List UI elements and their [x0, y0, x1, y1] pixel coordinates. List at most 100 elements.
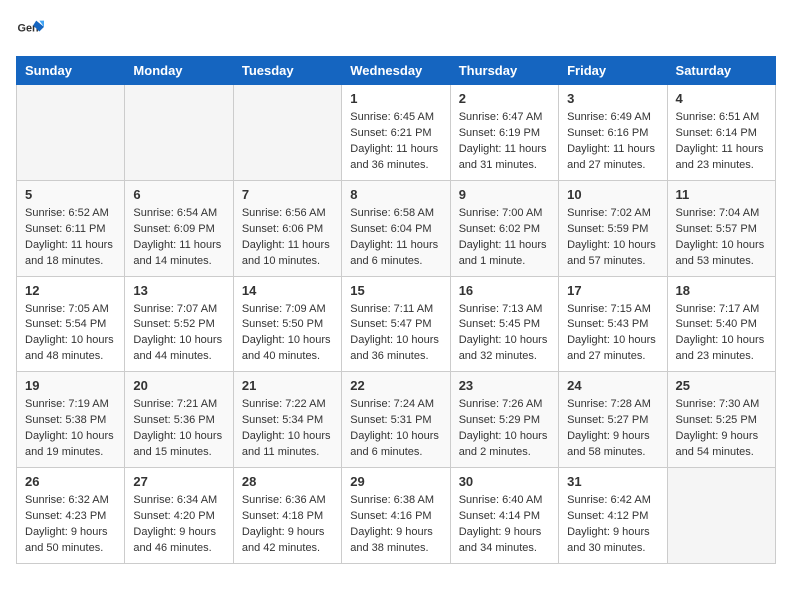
day-info: Sunrise: 7:09 AM Sunset: 5:50 PM Dayligh…: [242, 302, 333, 366]
calendar-week-row: 19 Sunrise: 7:19 AM Sunset: 5:38 PM Dayli…: [17, 372, 776, 468]
day-info: Sunrise: 7:11 AM Sunset: 5:47 PM Dayligh…: [350, 302, 441, 366]
calendar-cell: 7 Sunrise: 6:56 AM Sunset: 6:06 PM Daylig…: [233, 180, 341, 276]
calendar-cell: 26 Sunrise: 6:32 AM Sunset: 4:23 PM Dayli…: [17, 468, 125, 564]
column-header-friday: Friday: [559, 57, 667, 85]
calendar-cell: 23Sunrise: 7:26 AM Sunset: 5:29 PM Dayli…: [450, 372, 558, 468]
day-info: Sunrise: 6:49 AM Sunset: 6:16 PM Dayligh…: [567, 110, 658, 174]
day-info: Sunrise: 7:28 AM Sunset: 5:27 PM Dayligh…: [567, 397, 658, 461]
day-info: Sunrise: 7:21 AM Sunset: 5:36 PM Dayligh…: [133, 397, 224, 461]
day-number: 1: [350, 91, 441, 106]
day-info: Sunrise: 7:19 AM Sunset: 5:38 PM Dayligh…: [25, 397, 116, 461]
day-info: Sunrise: 7:00 AM Sunset: 6:02 PM Dayligh…: [459, 206, 550, 270]
day-number: 19: [25, 378, 116, 393]
day-number: 20: [133, 378, 224, 393]
day-number: 15: [350, 283, 441, 298]
calendar-header-row: SundayMondayTuesdayWednesdayThursdayFrid…: [17, 57, 776, 85]
column-header-tuesday: Tuesday: [233, 57, 341, 85]
day-info: Sunrise: 6:32 AM Sunset: 4:23 PM Dayligh…: [25, 493, 116, 557]
day-info: Sunrise: 6:40 AM Sunset: 4:14 PM Dayligh…: [459, 493, 550, 557]
day-number: 28: [242, 474, 333, 489]
day-number: 4: [676, 91, 767, 106]
day-number: 2: [459, 91, 550, 106]
day-info: Sunrise: 6:54 AM Sunset: 6:09 PM Dayligh…: [133, 206, 224, 270]
day-info: Sunrise: 7:24 AM Sunset: 5:31 PM Dayligh…: [350, 397, 441, 461]
calendar-cell: 10 Sunrise: 7:02 AM Sunset: 5:59 PM Dayli…: [559, 180, 667, 276]
day-number: 16: [459, 283, 550, 298]
column-header-wednesday: Wednesday: [342, 57, 450, 85]
calendar-cell: 22 Sunrise: 7:24 AM Sunset: 5:31 PM Dayli…: [342, 372, 450, 468]
calendar-cell: [233, 85, 341, 181]
calendar-cell: 18 Sunrise: 7:17 AM Sunset: 5:40 PM Dayli…: [667, 276, 775, 372]
day-info: Sunrise: 6:34 AM Sunset: 4:20 PM Dayligh…: [133, 493, 224, 557]
calendar-week-row: 26 Sunrise: 6:32 AM Sunset: 4:23 PM Dayli…: [17, 468, 776, 564]
calendar-cell: 19 Sunrise: 7:19 AM Sunset: 5:38 PM Dayli…: [17, 372, 125, 468]
logo-icon: Gen: [16, 16, 44, 44]
day-number: 29: [350, 474, 441, 489]
calendar-cell: [667, 468, 775, 564]
day-number: 26: [25, 474, 116, 489]
calendar-cell: 31 Sunrise: 6:42 AM Sunset: 4:12 PM Dayli…: [559, 468, 667, 564]
column-header-saturday: Saturday: [667, 57, 775, 85]
day-number: 25: [676, 378, 767, 393]
day-info: Sunrise: 6:56 AM Sunset: 6:06 PM Dayligh…: [242, 206, 333, 270]
calendar-cell: 16 Sunrise: 7:13 AM Sunset: 5:45 PM Dayli…: [450, 276, 558, 372]
calendar-cell: 15 Sunrise: 7:11 AM Sunset: 5:47 PM Dayli…: [342, 276, 450, 372]
day-number: 31: [567, 474, 658, 489]
day-number: 7: [242, 187, 333, 202]
calendar-cell: [125, 85, 233, 181]
calendar-cell: 5 Sunrise: 6:52 AM Sunset: 6:11 PM Daylig…: [17, 180, 125, 276]
calendar-cell: 3 Sunrise: 6:49 AM Sunset: 6:16 PM Daylig…: [559, 85, 667, 181]
day-number: 9: [459, 187, 550, 202]
day-info: Sunrise: 6:45 AM Sunset: 6:21 PM Dayligh…: [350, 110, 441, 174]
day-number: 17: [567, 283, 658, 298]
calendar-cell: 25Sunrise: 7:30 AM Sunset: 5:25 PM Dayli…: [667, 372, 775, 468]
column-header-sunday: Sunday: [17, 57, 125, 85]
day-info: Sunrise: 7:17 AM Sunset: 5:40 PM Dayligh…: [676, 302, 767, 366]
day-number: 22: [350, 378, 441, 393]
day-info: Sunrise: 7:02 AM Sunset: 5:59 PM Dayligh…: [567, 206, 658, 270]
calendar-cell: 13Sunrise: 7:07 AM Sunset: 5:52 PM Dayli…: [125, 276, 233, 372]
day-number: 14: [242, 283, 333, 298]
day-info: Sunrise: 7:07 AM Sunset: 5:52 PM Dayligh…: [133, 302, 224, 366]
day-info: Sunrise: 6:36 AM Sunset: 4:18 PM Dayligh…: [242, 493, 333, 557]
day-info: Sunrise: 7:26 AM Sunset: 5:29 PM Dayligh…: [459, 397, 550, 461]
calendar-cell: 20 Sunrise: 7:21 AM Sunset: 5:36 PM Dayli…: [125, 372, 233, 468]
calendar-cell: 28 Sunrise: 6:36 AM Sunset: 4:18 PM Dayli…: [233, 468, 341, 564]
calendar-cell: 2Sunrise: 6:47 AM Sunset: 6:19 PM Daylig…: [450, 85, 558, 181]
day-info: Sunrise: 6:51 AM Sunset: 6:14 PM Dayligh…: [676, 110, 767, 174]
day-info: Sunrise: 7:15 AM Sunset: 5:43 PM Dayligh…: [567, 302, 658, 366]
calendar-cell: 8 Sunrise: 6:58 AM Sunset: 6:04 PM Daylig…: [342, 180, 450, 276]
day-number: 6: [133, 187, 224, 202]
calendar-cell: 27Sunrise: 6:34 AM Sunset: 4:20 PM Dayli…: [125, 468, 233, 564]
day-number: 18: [676, 283, 767, 298]
calendar-cell: 11Sunrise: 7:04 AM Sunset: 5:57 PM Dayli…: [667, 180, 775, 276]
calendar-cell: 29 Sunrise: 6:38 AM Sunset: 4:16 PM Dayli…: [342, 468, 450, 564]
calendar-table: SundayMondayTuesdayWednesdayThursdayFrid…: [16, 56, 776, 564]
day-number: 5: [25, 187, 116, 202]
day-number: 24: [567, 378, 658, 393]
calendar-cell: 30 Sunrise: 6:40 AM Sunset: 4:14 PM Dayli…: [450, 468, 558, 564]
day-info: Sunrise: 7:05 AM Sunset: 5:54 PM Dayligh…: [25, 302, 116, 366]
day-number: 10: [567, 187, 658, 202]
day-number: 8: [350, 187, 441, 202]
day-number: 3: [567, 91, 658, 106]
calendar-cell: 1 Sunrise: 6:45 AM Sunset: 6:21 PM Daylig…: [342, 85, 450, 181]
calendar-week-row: 12Sunrise: 7:05 AM Sunset: 5:54 PM Dayli…: [17, 276, 776, 372]
day-info: Sunrise: 7:04 AM Sunset: 5:57 PM Dayligh…: [676, 206, 767, 270]
day-info: Sunrise: 6:52 AM Sunset: 6:11 PM Dayligh…: [25, 206, 116, 270]
day-info: Sunrise: 6:38 AM Sunset: 4:16 PM Dayligh…: [350, 493, 441, 557]
day-number: 21: [242, 378, 333, 393]
day-info: Sunrise: 6:42 AM Sunset: 4:12 PM Dayligh…: [567, 493, 658, 557]
calendar-week-row: 1 Sunrise: 6:45 AM Sunset: 6:21 PM Daylig…: [17, 85, 776, 181]
calendar-cell: 14 Sunrise: 7:09 AM Sunset: 5:50 PM Dayli…: [233, 276, 341, 372]
day-info: Sunrise: 7:22 AM Sunset: 5:34 PM Dayligh…: [242, 397, 333, 461]
day-info: Sunrise: 7:13 AM Sunset: 5:45 PM Dayligh…: [459, 302, 550, 366]
calendar-cell: 12Sunrise: 7:05 AM Sunset: 5:54 PM Dayli…: [17, 276, 125, 372]
day-info: Sunrise: 6:58 AM Sunset: 6:04 PM Dayligh…: [350, 206, 441, 270]
logo: Gen: [16, 16, 48, 44]
day-number: 30: [459, 474, 550, 489]
calendar-cell: 4 Sunrise: 6:51 AM Sunset: 6:14 PM Daylig…: [667, 85, 775, 181]
calendar-week-row: 5 Sunrise: 6:52 AM Sunset: 6:11 PM Daylig…: [17, 180, 776, 276]
calendar-cell: 21 Sunrise: 7:22 AM Sunset: 5:34 PM Dayli…: [233, 372, 341, 468]
page-header: Gen: [16, 16, 776, 44]
